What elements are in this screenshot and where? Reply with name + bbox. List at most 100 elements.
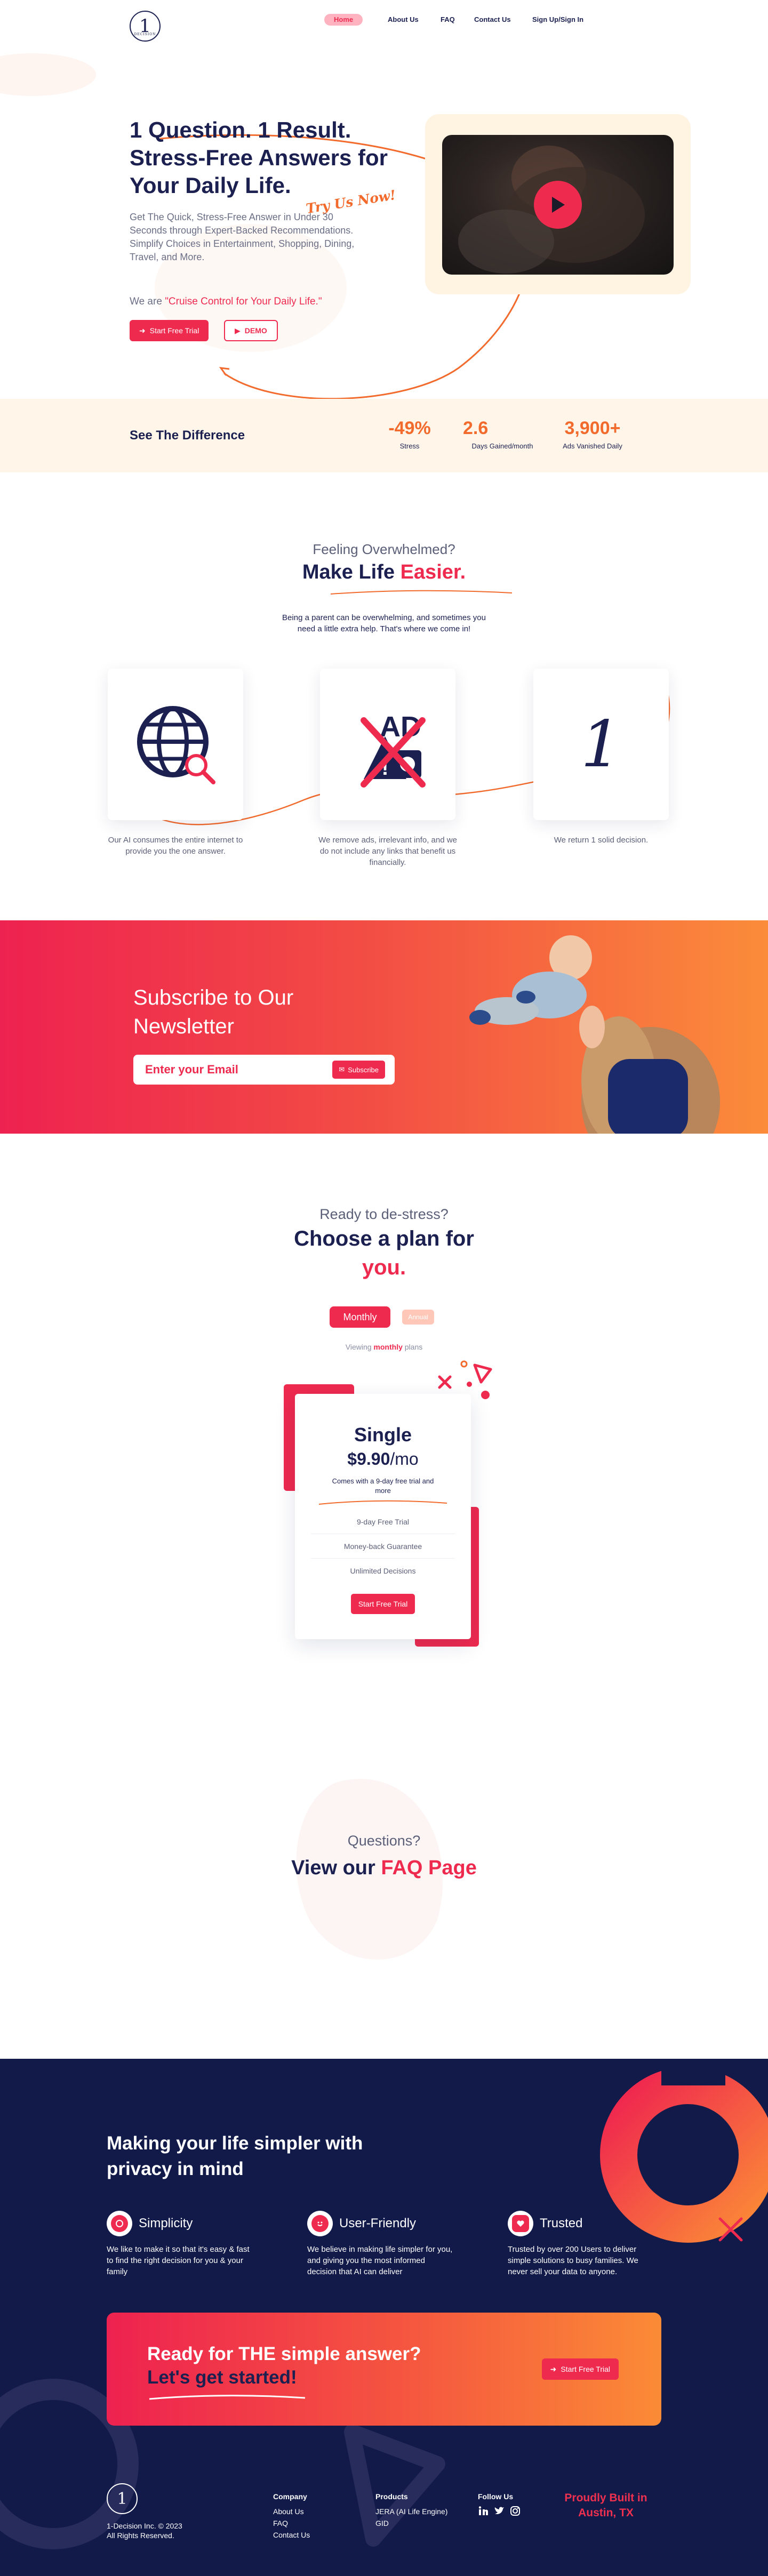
arrow-right-icon: ➜ — [139, 326, 146, 335]
footer-copyright: 1-Decision Inc. © 2023 All Rights Reserv… — [107, 2521, 213, 2540]
globe-search-icon — [137, 706, 215, 784]
feature-description: We like to make it so that it's easy & f… — [107, 2245, 250, 2276]
toggle-monthly[interactable]: Monthly — [330, 1306, 390, 1328]
toggle-annual[interactable]: Annual — [402, 1310, 434, 1325]
stat-stress: -49% Stress — [383, 418, 436, 450]
instagram-icon[interactable] — [510, 2506, 521, 2516]
hero-description: Get The Quick, Stress-Free Answer in Und… — [130, 212, 355, 262]
nav-contact-us[interactable]: Contact Us — [474, 14, 511, 26]
video-play-button[interactable] — [534, 181, 582, 229]
plan-note: Comes with a 9-day free trial and more — [332, 1477, 434, 1495]
feature-title: User-Friendly — [339, 2216, 417, 2230]
overwhelmed-title: Make Life Easier. — [0, 561, 768, 584]
stat-label: Days Gained/month — [471, 442, 533, 450]
nav-sign-in[interactable]: Sign Up/Sign In — [532, 14, 583, 26]
footer-feature-trusted: Trusted Trusted by over 200 Users to del… — [508, 2211, 657, 2277]
pricing-subtitle: Ready to de-stress? — [319, 1206, 449, 1222]
footer-products-column: Products JERA (AI Life Engine) GID — [375, 2491, 447, 2529]
cta-line: Ready for THE simple answer? — [147, 2344, 421, 2364]
title-highlight: Easier. — [400, 561, 466, 583]
overwhelmed-subtitle: Feeling Overwhelmed? — [313, 541, 455, 557]
stat-label: Stress — [399, 442, 420, 450]
hero-tagline: We are "Cruise Control for Your Daily Li… — [130, 296, 322, 308]
cta-start-trial-button[interactable]: ➜ Start Free Trial — [541, 2358, 619, 2380]
tagline-prefix: We are — [130, 296, 162, 307]
footer-company-column: Company About Us FAQ Contact Us — [273, 2491, 310, 2541]
hero-demo-button[interactable]: ▶ DEMO — [224, 320, 278, 341]
cta-underline-swoosh — [149, 2395, 306, 2400]
stat-value: -49% — [388, 418, 431, 438]
plan-price: $9.90/mo — [295, 1449, 471, 1469]
hero-video-frame — [425, 114, 691, 294]
subscribe-label: Subscribe — [348, 1065, 379, 1074]
plan-feature: Unlimited Decisions — [350, 1567, 416, 1575]
nav-home[interactable]: Home — [324, 14, 363, 26]
stat-value: 2.6 — [463, 418, 489, 438]
footer-feature-simplicity: Simplicity We like to make it so that it… — [107, 2211, 256, 2277]
copyright-line: All Rights Reserved. — [107, 2531, 174, 2540]
smiley-icon — [307, 2211, 333, 2236]
difference-title: See The Difference — [130, 428, 245, 443]
footer-link-faq[interactable]: FAQ — [273, 2517, 310, 2529]
brain-icon — [107, 2211, 132, 2236]
built-line: Austin, TX — [578, 2507, 634, 2519]
footer-feature-user-friendly: User-Friendly We believe in making life … — [307, 2211, 457, 2277]
nav-faq[interactable]: FAQ — [441, 14, 455, 26]
hero-title: 1 Question. 1 Result. Stress-Free Answer… — [130, 117, 388, 198]
newsletter-form: Enter your Email ✉ Subscribe — [133, 1055, 395, 1085]
cta-line: Let's get started! — [147, 2367, 297, 2388]
twitter-icon[interactable] — [494, 2506, 505, 2516]
feature-card-no-ads: ! AD — [320, 669, 455, 820]
feature-card-search — [108, 669, 243, 820]
title-prefix: Make Life — [302, 561, 395, 583]
faq-page-link[interactable]: FAQ Page — [381, 1857, 477, 1879]
footer-link-about[interactable]: About Us — [273, 2506, 310, 2517]
copyright-line: 1-Decision Inc. © 2023 — [107, 2522, 182, 2530]
hero-demo-label: DEMO — [244, 326, 267, 335]
feature-card-one: 1 — [533, 669, 669, 820]
card-caption: We return 1 solid decision. — [554, 836, 649, 845]
column-title: Company — [273, 2492, 307, 2501]
footer-link-jera[interactable]: JERA (AI Life Engine) — [375, 2506, 447, 2517]
pricing-title-highlight: you. — [362, 1256, 406, 1279]
footer-title: Making your life simpler with privacy in… — [107, 2133, 363, 2179]
plan-price-period: /mo — [390, 1449, 419, 1468]
built-line: Proudly Built in — [564, 2492, 647, 2504]
plan-feature: Money-back Guarantee — [311, 1534, 455, 1559]
overwhelmed-description: Being a parent can be overwhelming, and … — [0, 612, 768, 635]
hero-video[interactable] — [442, 135, 674, 275]
faq-subtitle: Questions? — [347, 1833, 421, 1849]
plan-card-single: Single $9.90/mo Comes with a 9-day free … — [295, 1394, 471, 1639]
no-ads-icon: ! AD — [361, 711, 426, 788]
plan-underline-swoosh — [318, 1500, 447, 1505]
newsletter-email-input[interactable]: Enter your Email — [145, 1055, 238, 1085]
viewing-prefix: Viewing — [345, 1343, 372, 1351]
footer-logo[interactable]: 1 — [107, 2483, 138, 2514]
nav-about-us[interactable]: About Us — [388, 14, 419, 26]
cta-button-label: Start Free Trial — [561, 2365, 610, 2373]
viewing-suffix: plans — [404, 1343, 423, 1351]
hero-start-trial-button[interactable]: ➜ Start Free Trial — [130, 320, 209, 341]
logo-subtext: DECISION — [134, 33, 156, 36]
column-title: Follow Us — [478, 2492, 514, 2501]
plan-feature: 9-day Free Trial — [311, 1510, 455, 1534]
mail-icon: ✉ — [339, 1065, 345, 1073]
pricing-title-prefix: Choose a plan for — [294, 1227, 474, 1250]
footer: Making your life simpler with privacy in… — [0, 2059, 768, 2576]
faq-title: View our FAQ Page — [0, 1857, 768, 1880]
linkedin-icon[interactable] — [478, 2506, 489, 2516]
plan-start-trial-button[interactable]: Start Free Trial — [350, 1594, 415, 1614]
play-triangle-icon — [552, 197, 565, 213]
cta-title: Ready for THE simple answer? Let's get s… — [147, 2342, 421, 2389]
logo[interactable]: 1 DECISION — [130, 11, 161, 42]
footer-link-contact[interactable]: Contact Us — [273, 2529, 310, 2541]
newsletter-section: Subscribe to Our Newsletter Enter your E… — [0, 920, 768, 1134]
faq-title-prefix: View our — [291, 1857, 375, 1879]
feature-description: Trusted by over 200 Users to deliver sim… — [508, 2245, 638, 2276]
tagline-highlight: "Cruise Control for Your Daily Life." — [165, 296, 322, 307]
footer-link-gid[interactable]: GID — [375, 2517, 447, 2529]
footer-built-in: Proudly Built in Austin, TX — [557, 2491, 655, 2521]
column-title: Products — [375, 2492, 408, 2501]
subscribe-button[interactable]: ✉ Subscribe — [332, 1061, 385, 1079]
heart-icon — [508, 2211, 533, 2236]
